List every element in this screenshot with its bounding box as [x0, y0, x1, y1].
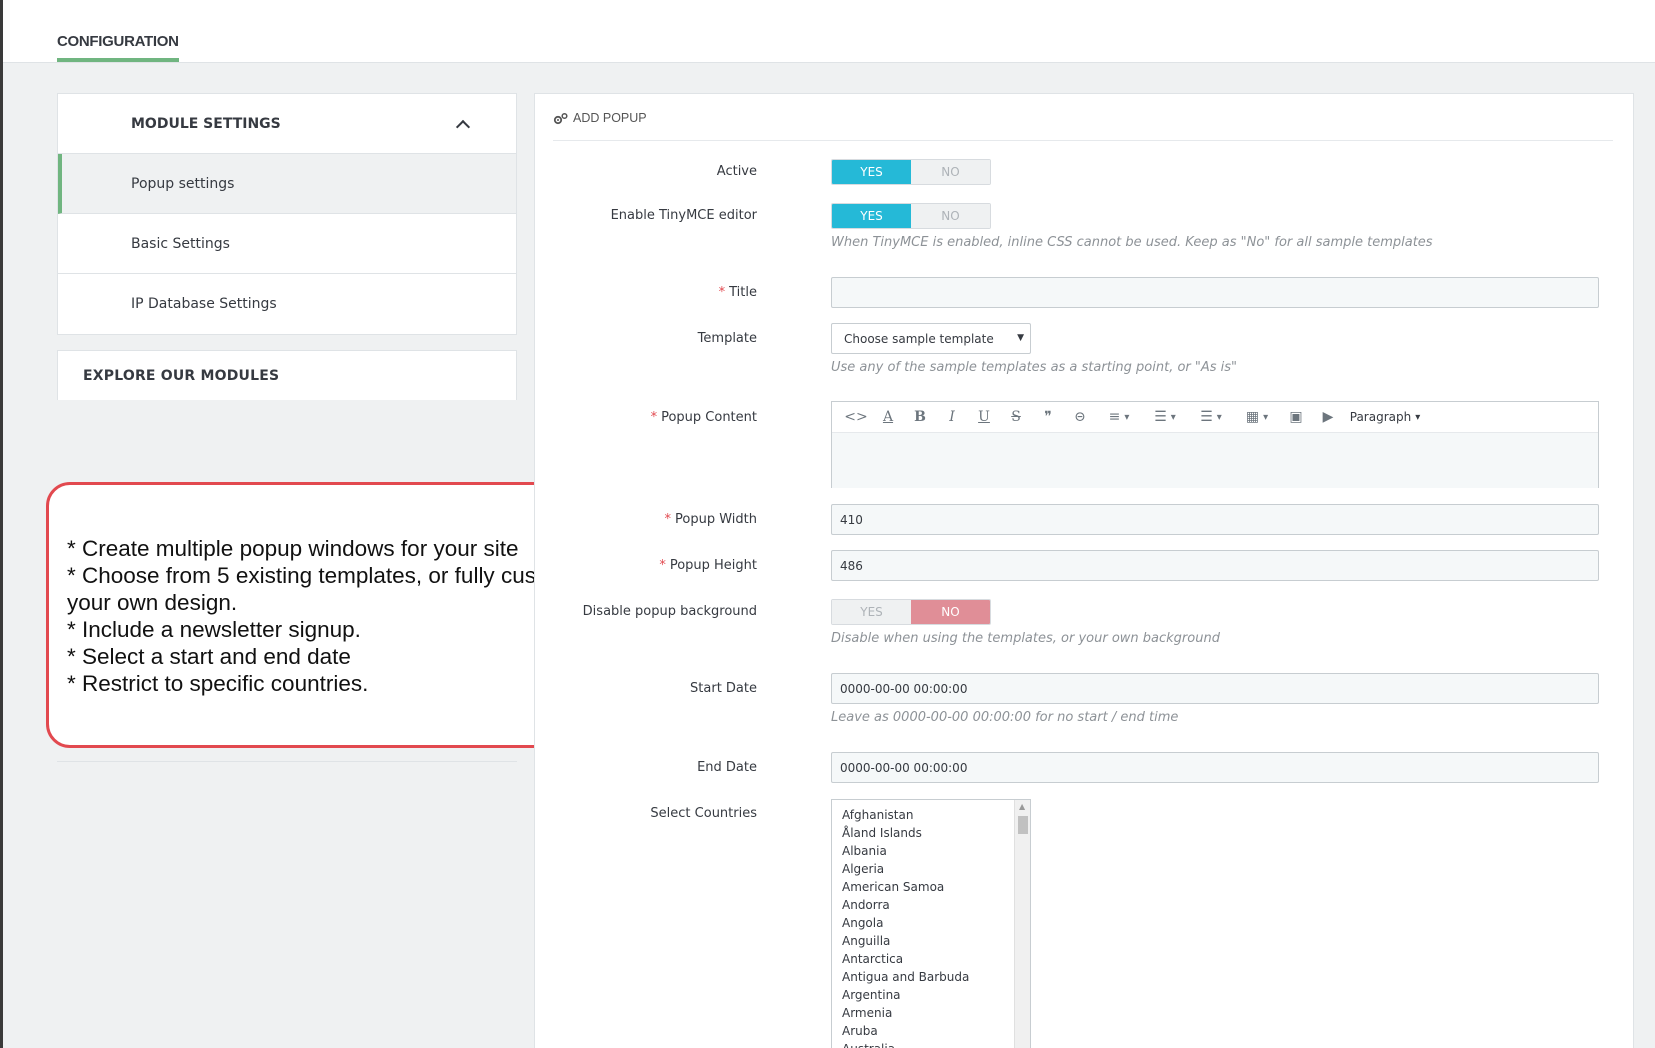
country-option[interactable]: Antigua and Barbuda — [842, 968, 1030, 986]
disable-background-help: Disable when using the templates, or you… — [831, 631, 1220, 646]
active-switch[interactable]: YES NO — [831, 159, 991, 185]
popup-content-label: * Popup Content — [651, 410, 757, 425]
tab-configuration[interactable]: CONFIGURATION — [57, 33, 179, 62]
cogs-icon — [553, 112, 568, 125]
start-date-label: Start Date — [690, 681, 757, 696]
select-countries-label: Select Countries — [650, 806, 757, 821]
underline-icon[interactable]: U — [968, 405, 1000, 429]
title-label-text: Title — [729, 285, 757, 300]
callout-line: * Create multiple popup windows for your… — [67, 536, 519, 561]
popup-width-label-text: Popup Width — [675, 512, 757, 527]
top-tab-bar: CONFIGURATION — [3, 0, 1655, 63]
active-yes-option[interactable]: YES — [832, 160, 911, 184]
popup-content-editor[interactable]: <> A B I U S ❞ ⊝ ≡ ☰ ☰ ▦ ▣ ▶ Paragraph — [831, 401, 1599, 488]
country-option[interactable]: Åland Islands — [842, 824, 1030, 842]
disable-background-switch[interactable]: YES NO — [831, 599, 991, 625]
caret-down-icon: ▼ — [1017, 333, 1024, 343]
panel-header: ADD POPUP — [553, 111, 1613, 141]
paragraph-format-dropdown[interactable]: Paragraph — [1344, 405, 1426, 429]
tinymce-switch[interactable]: YES NO — [831, 203, 991, 229]
template-label: Template — [697, 331, 757, 346]
sidebar-item-popup-settings[interactable]: Popup settings — [58, 154, 516, 214]
explore-modules-link[interactable]: EXPLORE OUR MODULES — [57, 350, 517, 400]
callout-line: * Restrict to specific countries. — [67, 671, 369, 696]
scrollbar-thumb[interactable] — [1018, 816, 1028, 834]
active-no-option[interactable]: NO — [911, 160, 990, 184]
disable-background-yes-option[interactable]: YES — [832, 600, 911, 624]
country-option[interactable]: Aruba — [842, 1022, 1030, 1040]
required-marker: * — [664, 512, 672, 527]
module-settings-title: MODULE SETTINGS — [131, 115, 281, 132]
sidebar-item-ip-database-settings[interactable]: IP Database Settings — [58, 274, 516, 334]
popup-width-label: * Popup Width — [665, 512, 757, 527]
bullet-list-icon[interactable]: ☰ — [1142, 405, 1188, 429]
module-settings-menu: MODULE SETTINGS Popup settings Basic Set… — [57, 93, 517, 335]
required-marker: * — [718, 285, 726, 300]
country-option[interactable]: Argentina — [842, 986, 1030, 1004]
callout-line: * Choose from 5 existing templates, or f… — [67, 563, 602, 615]
template-select[interactable]: Choose sample template ▼ — [831, 323, 1031, 354]
disable-background-no-option[interactable]: NO — [911, 600, 990, 624]
country-option[interactable]: Andorra — [842, 896, 1030, 914]
add-popup-panel: ADD POPUP Active YES NO Enable TinyMCE e… — [534, 93, 1634, 1048]
required-marker: * — [659, 558, 666, 573]
table-icon[interactable]: ▦ — [1234, 405, 1280, 429]
italic-icon[interactable]: I — [936, 405, 968, 429]
chevron-up-icon[interactable] — [455, 119, 471, 134]
tinymce-label: Enable TinyMCE editor — [610, 208, 757, 223]
tinymce-yes-option[interactable]: YES — [832, 204, 911, 228]
country-option[interactable]: Angola — [842, 914, 1030, 932]
disable-background-label: Disable popup background — [582, 604, 757, 619]
editor-toolbar: <> A B I U S ❞ ⊝ ≡ ☰ ☰ ▦ ▣ ▶ Paragraph — [832, 402, 1598, 433]
popup-width-input[interactable]: 410 — [831, 504, 1599, 535]
country-option[interactable]: Antarctica — [842, 950, 1030, 968]
panel-title: ADD POPUP — [573, 111, 647, 125]
countries-listbox[interactable]: Afghanistan Åland Islands Albania Algeri… — [831, 799, 1031, 1048]
bold-icon[interactable]: B — [904, 405, 936, 429]
numbered-list-icon[interactable]: ☰ — [1188, 405, 1234, 429]
active-label: Active — [716, 164, 757, 179]
end-date-label: End Date — [697, 760, 757, 775]
country-option[interactable]: Australia — [842, 1040, 1030, 1048]
start-date-input[interactable]: 0000-00-00 00:00:00 — [831, 673, 1599, 704]
country-option[interactable]: Algeria — [842, 860, 1030, 878]
popup-content-label-text: Popup Content — [661, 410, 757, 425]
country-option[interactable]: Anguilla — [842, 932, 1030, 950]
sidebar-item-basic-settings[interactable]: Basic Settings — [58, 214, 516, 274]
required-marker: * — [650, 410, 658, 425]
popup-height-input[interactable]: 486 — [831, 550, 1599, 581]
code-icon[interactable]: <> — [840, 405, 872, 429]
font-color-icon[interactable]: A — [872, 405, 904, 429]
strikethrough-icon[interactable]: S — [1000, 405, 1032, 429]
editor-body[interactable] — [832, 433, 1598, 488]
tinymce-no-option[interactable]: NO — [911, 204, 990, 228]
window-edge — [0, 0, 3, 1048]
image-icon[interactable]: ▣ — [1280, 405, 1312, 429]
popup-height-label-text: Popup Height — [669, 558, 757, 573]
media-icon[interactable]: ▶ — [1312, 405, 1344, 429]
country-option[interactable]: Armenia — [842, 1004, 1030, 1022]
align-icon[interactable]: ≡ — [1096, 405, 1142, 429]
template-help: Use any of the sample templates as a sta… — [831, 360, 1238, 375]
callout-line: * Select a start and end date — [67, 644, 351, 669]
sidebar-divider — [57, 761, 517, 762]
tinymce-help: When TinyMCE is enabled, inline CSS cann… — [831, 235, 1433, 250]
title-label: * Title — [719, 285, 757, 300]
country-option[interactable]: Albania — [842, 842, 1030, 860]
start-date-help: Leave as 0000-00-00 00:00:00 for no star… — [831, 710, 1179, 725]
module-settings-header[interactable]: MODULE SETTINGS — [58, 94, 516, 154]
country-option[interactable]: Afghanistan — [842, 806, 1030, 824]
callout-line: * Include a newsletter signup. — [67, 617, 361, 642]
link-icon[interactable]: ⊝ — [1064, 405, 1096, 429]
countries-scrollbar[interactable]: ▲ — [1014, 800, 1030, 1048]
countries-list: Afghanistan Åland Islands Albania Algeri… — [832, 800, 1030, 1048]
template-selected: Choose sample template — [844, 331, 994, 346]
country-option[interactable]: American Samoa — [842, 878, 1030, 896]
popup-height-label: * Popup Height — [659, 558, 757, 573]
blockquote-icon[interactable]: ❞ — [1032, 405, 1064, 429]
end-date-input[interactable]: 0000-00-00 00:00:00 — [831, 752, 1599, 783]
scroll-up-arrow-icon[interactable]: ▲ — [1019, 802, 1025, 811]
title-input[interactable] — [831, 277, 1599, 308]
